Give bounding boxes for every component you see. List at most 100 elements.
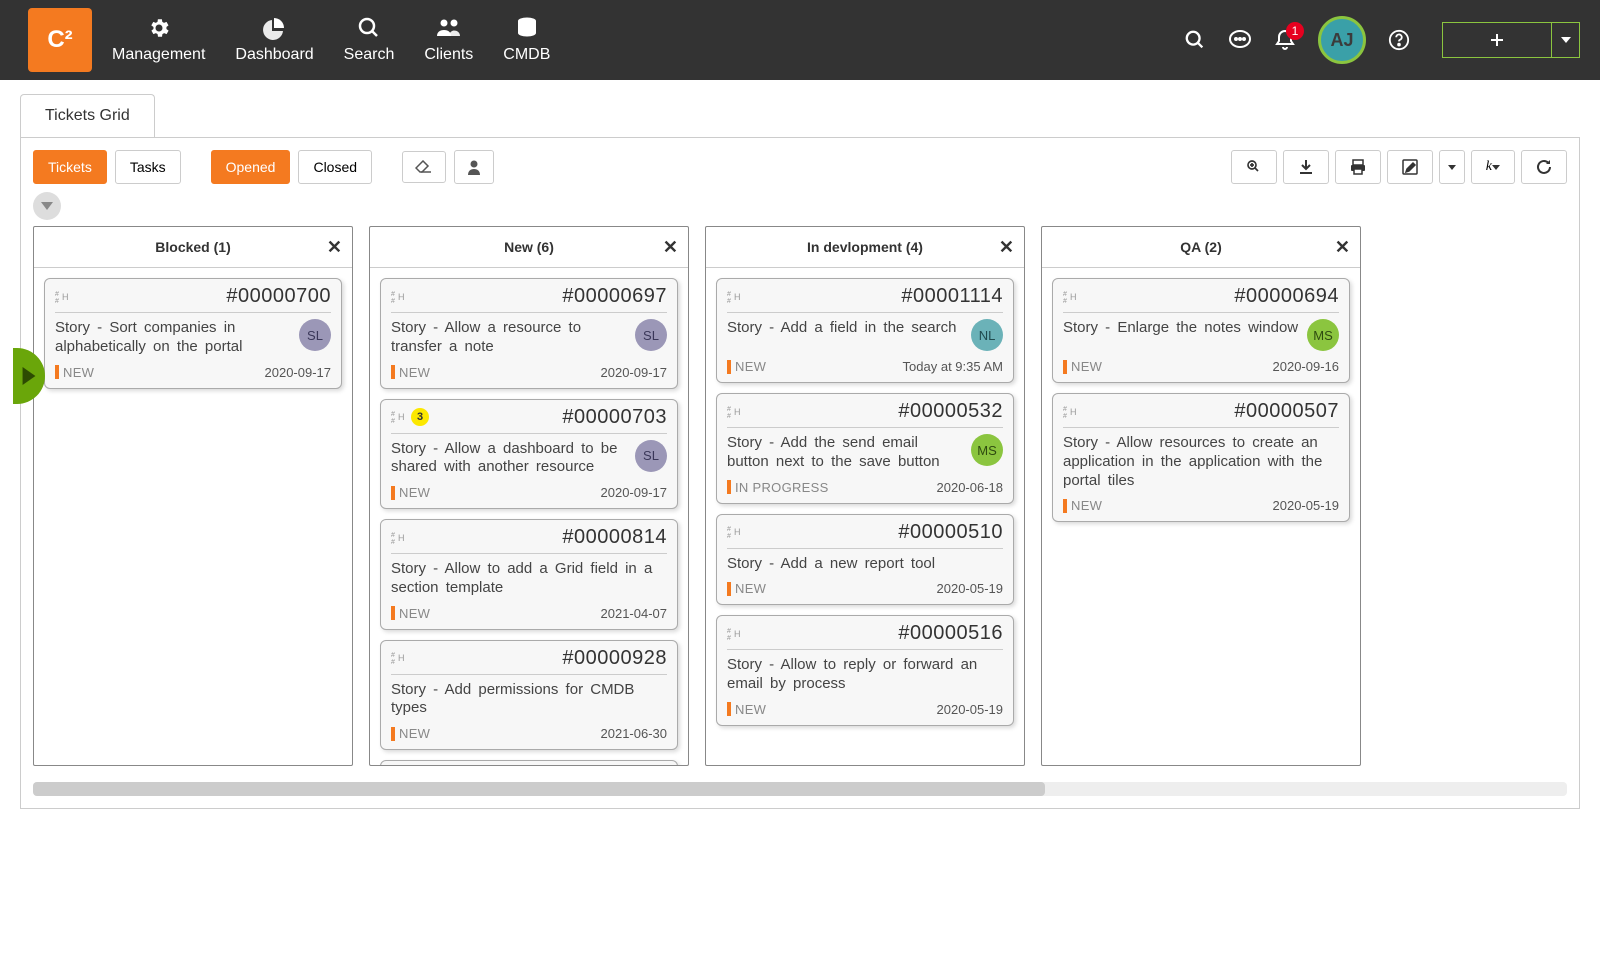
svg-text:H: H: [1070, 407, 1077, 417]
nav-clients[interactable]: Clients: [424, 16, 473, 64]
eraser-button[interactable]: [402, 151, 446, 183]
svg-text:H: H: [734, 527, 741, 537]
card-assignee-avatar[interactable]: NL: [971, 319, 1003, 351]
edit-dropdown-button[interactable]: [1439, 150, 1465, 184]
svg-text:#: #: [727, 526, 731, 533]
nav-search[interactable]: Search: [344, 16, 395, 64]
filter-tasks-button[interactable]: Tasks: [115, 150, 181, 184]
nav-cmdb[interactable]: CMDB: [503, 16, 550, 64]
card-id: #00000700: [226, 285, 331, 308]
nav-management[interactable]: Management: [112, 16, 205, 64]
card-date: 2020-09-17: [265, 365, 332, 380]
svg-text:#: #: [727, 533, 731, 539]
svg-text:#: #: [727, 291, 731, 298]
ticket-card[interactable]: ##H#00000535: [380, 760, 678, 765]
card-date: 2020-05-19: [937, 702, 1004, 717]
nav-label: Clients: [424, 46, 473, 64]
card-grip-icon: ##H: [727, 525, 743, 539]
column-title: New (6): [504, 239, 554, 255]
expand-collapse-button[interactable]: [33, 192, 61, 220]
user-avatar[interactable]: AJ: [1318, 16, 1366, 64]
edit-button[interactable]: [1387, 150, 1433, 184]
ticket-card[interactable]: ##H#00001114Story - Add a field in the s…: [716, 278, 1014, 383]
ticket-card[interactable]: ##H#00000510Story - Add a new report too…: [716, 514, 1014, 606]
card-status: NEW: [391, 606, 430, 621]
ticket-card[interactable]: ##H#00000694Story - Enlarge the notes wi…: [1052, 278, 1350, 383]
toolbar: Tickets Tasks Opened Closed: [33, 150, 1567, 184]
ticket-card[interactable]: ##H3#00000703Story - Allow a dashboard t…: [380, 399, 678, 510]
svg-text:#: #: [1063, 413, 1067, 419]
global-search-button[interactable]: [1184, 29, 1206, 51]
card-grip-icon: ##H: [1063, 405, 1079, 419]
ticket-card[interactable]: ##H#00000697Story - Allow a resource to …: [380, 278, 678, 389]
ticket-card[interactable]: ##H#00000516Story - Allow to reply or fo…: [716, 615, 1014, 726]
card-status: IN PROGRESS: [727, 480, 829, 495]
column-close-button[interactable]: ✕: [999, 237, 1014, 258]
column-body: ##H#00000697Story - Allow a resource to …: [370, 268, 688, 765]
card-id: #00000928: [562, 647, 667, 670]
svg-text:#: #: [727, 635, 731, 641]
ticket-card[interactable]: ##H#00000700Story - Sort companies in al…: [44, 278, 342, 389]
column-header: New (6) ✕: [370, 227, 688, 268]
card-assignee-avatar[interactable]: SL: [635, 440, 667, 472]
svg-text:#: #: [1063, 298, 1067, 304]
svg-text:#: #: [391, 411, 395, 418]
app-logo[interactable]: C²: [28, 8, 92, 72]
card-status: NEW: [1063, 359, 1102, 374]
svg-text:#: #: [391, 298, 395, 304]
card-status: NEW: [727, 359, 766, 374]
svg-text:H: H: [1070, 292, 1077, 302]
card-id: #00000703: [562, 406, 667, 429]
kanban-column: QA (2)✕##H#00000694Story - Enlarge the n…: [1041, 226, 1361, 766]
svg-text:#: #: [55, 291, 59, 298]
card-date: 2020-09-17: [601, 365, 668, 380]
horizontal-scrollbar[interactable]: [33, 782, 1567, 796]
card-title: Story - Add a field in the search: [727, 319, 963, 338]
card-status: NEW: [1063, 498, 1102, 513]
nav-dashboard[interactable]: Dashboard: [235, 16, 313, 64]
card-grip-icon: ##H: [55, 290, 71, 304]
refresh-button[interactable]: [1521, 150, 1567, 184]
zoom-button[interactable]: [1231, 150, 1277, 184]
svg-text:H: H: [398, 653, 405, 663]
ticket-card[interactable]: ##H#00000532Story - Add the send email b…: [716, 393, 1014, 504]
help-button[interactable]: [1388, 29, 1410, 51]
card-assignee-avatar[interactable]: MS: [971, 434, 1003, 466]
svg-text:#: #: [727, 406, 731, 413]
tab-tickets-grid[interactable]: Tickets Grid: [20, 94, 155, 137]
print-button[interactable]: [1335, 150, 1381, 184]
card-assignee-avatar[interactable]: MS: [1307, 319, 1339, 351]
column-close-button[interactable]: ✕: [663, 237, 678, 258]
download-button[interactable]: [1283, 150, 1329, 184]
add-button[interactable]: [1442, 22, 1552, 58]
card-assignee-avatar[interactable]: SL: [299, 319, 331, 351]
ticket-card[interactable]: ##H#00000507Story - Allow resources to c…: [1052, 393, 1350, 522]
column-close-button[interactable]: ✕: [327, 237, 342, 258]
ticket-card[interactable]: ##H#00000814Story - Allow to add a Grid …: [380, 519, 678, 630]
pie-icon: [263, 16, 287, 40]
notifications-button[interactable]: 1: [1274, 28, 1296, 52]
add-dropdown-button[interactable]: [1552, 22, 1580, 58]
filter-tickets-button[interactable]: Tickets: [33, 150, 107, 184]
card-title: Story - Add a new report tool: [727, 555, 1003, 574]
user-filter-button[interactable]: [454, 150, 494, 184]
card-date: 2020-09-17: [601, 485, 668, 500]
card-id: #00000697: [562, 285, 667, 308]
card-id: #00000516: [898, 622, 1003, 645]
filter-closed-button[interactable]: Closed: [298, 150, 372, 184]
svg-text:#: #: [391, 659, 395, 665]
kanban-column: Blocked (1)✕##H#00000700Story - Sort com…: [33, 226, 353, 766]
card-title: Story - Allow a dashboard to be shared w…: [391, 440, 627, 478]
column-close-button[interactable]: ✕: [1335, 237, 1350, 258]
card-grip-icon: ##H: [727, 290, 743, 304]
chat-button[interactable]: [1228, 29, 1252, 51]
svg-text:#: #: [1063, 406, 1067, 413]
card-date: 2020-05-19: [937, 581, 1004, 596]
ticket-card[interactable]: ##H#00000928Story - Add permissions for …: [380, 640, 678, 751]
filter-opened-button[interactable]: Opened: [211, 150, 291, 184]
svg-text:#: #: [727, 413, 731, 419]
scrollbar-thumb[interactable]: [33, 782, 1045, 796]
card-assignee-avatar[interactable]: SL: [635, 319, 667, 351]
card-title: Story - Allow resources to create an app…: [1063, 434, 1339, 490]
kanban-view-button[interactable]: k: [1471, 150, 1515, 184]
